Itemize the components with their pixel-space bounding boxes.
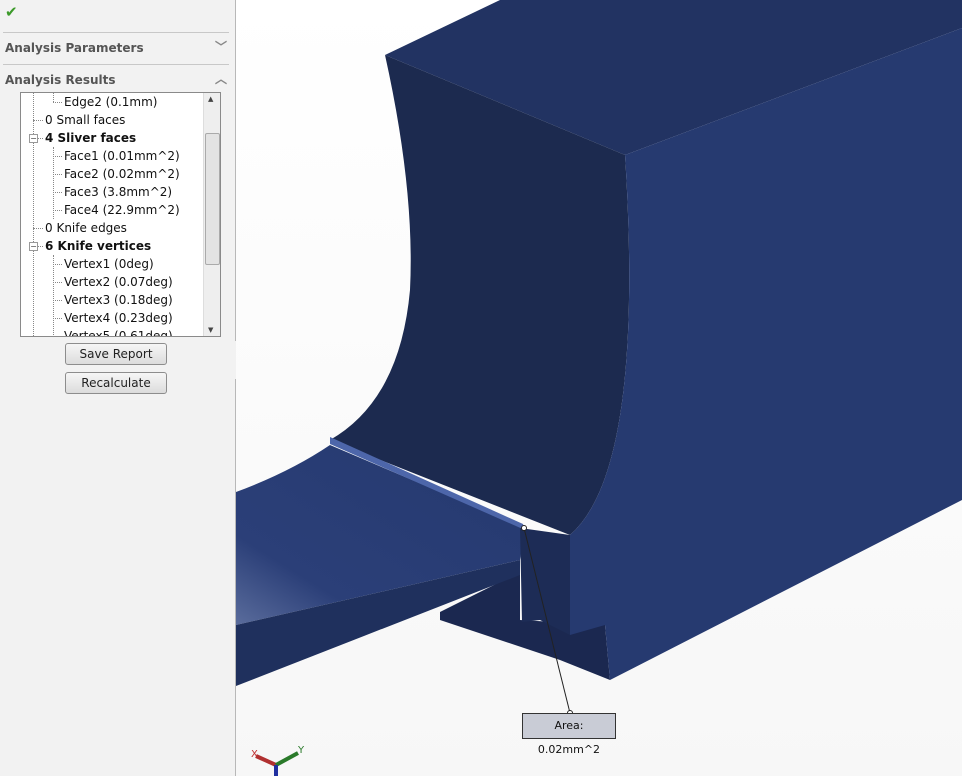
collapse-toggle-icon[interactable]: − [29, 242, 38, 251]
scroll-down-icon[interactable]: ▼ [208, 326, 213, 334]
triad-y-label: Y [297, 745, 305, 756]
triad-x-label: X [251, 749, 258, 760]
scroll-up-icon[interactable]: ▲ [208, 95, 213, 103]
save-report-button[interactable]: Save Report [65, 343, 167, 365]
scrollbar-thumb[interactable] [205, 133, 220, 265]
tree-item[interactable]: Vertex1 (0deg) [64, 255, 154, 273]
graphics-viewport[interactable]: X Y [236, 0, 962, 776]
results-tree[interactable]: Edge2 (0.1mm) 0 Small faces −4 Sliver face… [20, 92, 221, 337]
analysis-parameters-header[interactable]: Analysis Parameters ﹀ [3, 32, 229, 61]
chevron-down-icon[interactable]: ﹀ [215, 38, 227, 55]
tree-scrollbar[interactable]: ▲ ▼ [203, 93, 220, 336]
tree-item[interactable]: Face1 (0.01mm^2) [64, 147, 180, 165]
section-title: Analysis Parameters [5, 41, 144, 55]
property-manager-panel: ✔ Analysis Parameters ﹀ Analysis Results… [0, 0, 236, 776]
tree-item[interactable]: 0 Small faces [45, 111, 125, 129]
reference-triad: X Y [251, 745, 305, 776]
tree-item[interactable]: Vertex4 (0.23deg) [64, 309, 173, 327]
analysis-results-header[interactable]: Analysis Results ︿ [3, 64, 229, 93]
chevron-up-icon[interactable]: ︿ [215, 70, 227, 87]
collapse-toggle-icon[interactable]: − [29, 134, 38, 143]
recalculate-button[interactable]: Recalculate [65, 372, 167, 394]
tree-item[interactable]: Face2 (0.02mm^2) [64, 165, 180, 183]
3d-model: X Y [236, 0, 962, 776]
section-title: Analysis Results [5, 73, 116, 87]
tree-item[interactable]: Vertex5 (0.61deg) [64, 327, 173, 336]
tree-item[interactable]: 4 Sliver faces [45, 129, 136, 147]
tree-item[interactable]: Vertex3 (0.18deg) [64, 291, 173, 309]
tree-item[interactable]: Face3 (3.8mm^2) [64, 183, 172, 201]
ok-check-icon[interactable]: ✔ [5, 3, 18, 21]
tree-item[interactable]: 6 Knife vertices [45, 237, 151, 255]
tree-item[interactable]: Edge2 (0.1mm) [64, 93, 157, 111]
tree-item[interactable]: 0 Knife edges [45, 219, 127, 237]
tree-item[interactable]: Vertex2 (0.07deg) [64, 273, 173, 291]
tree-item[interactable]: Face4 (22.9mm^2) [64, 201, 180, 219]
area-callout: Area: 0.02mm^2 [522, 713, 616, 756]
callout-anchor [521, 525, 527, 531]
